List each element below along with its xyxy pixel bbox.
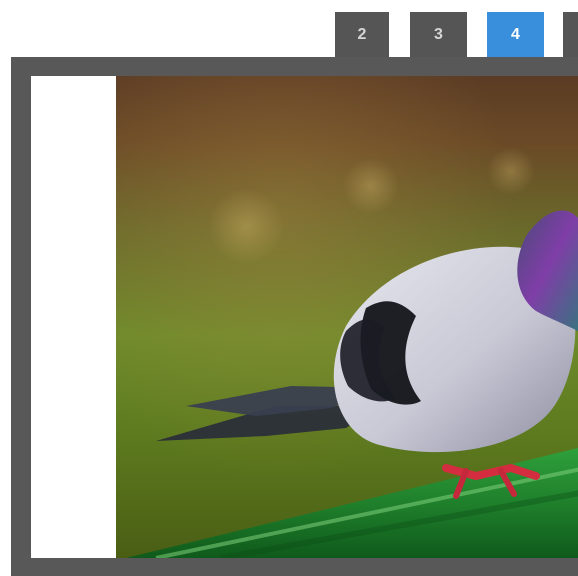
image-frame xyxy=(11,57,578,576)
page-tab-label: 4 xyxy=(511,26,520,43)
pigeon-illustration xyxy=(126,147,578,558)
page-tab-2[interactable]: 2 xyxy=(335,12,389,58)
pagination: 2 3 4 xyxy=(0,12,578,58)
page-tab-4-active[interactable]: 4 xyxy=(487,12,544,58)
frame-bottom-band xyxy=(11,558,578,576)
page-tab-next-partial[interactable] xyxy=(563,12,578,58)
pigeon-photo xyxy=(116,76,578,558)
page-tab-label: 2 xyxy=(357,26,367,43)
slideshow-screen: 2 3 4 xyxy=(0,0,578,576)
blank-panel xyxy=(31,76,116,558)
page-tab-label: 3 xyxy=(434,26,443,43)
page-tab-3[interactable]: 3 xyxy=(410,12,467,58)
